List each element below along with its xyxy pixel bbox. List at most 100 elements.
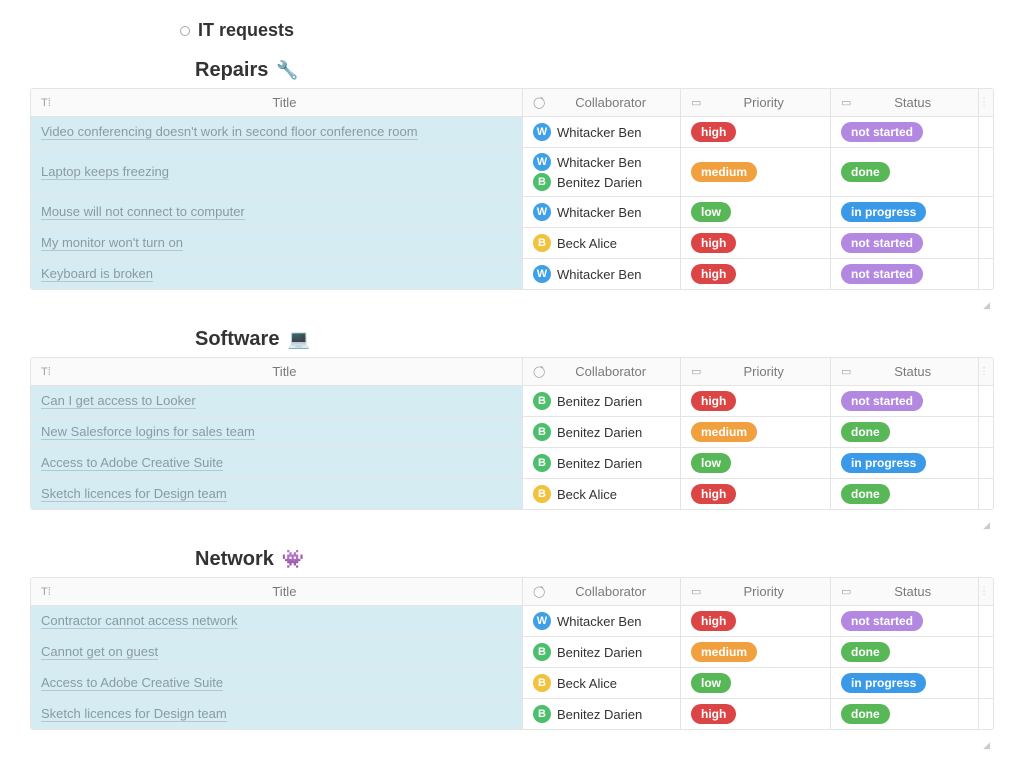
collaborator-chip[interactable]: BBenitez Darien: [533, 643, 642, 661]
priority-header[interactable]: ▭Priority: [681, 358, 831, 385]
record-title-link[interactable]: Sketch licences for Design team: [41, 706, 227, 722]
collaborator-header[interactable]: ◯̀Collaborator: [523, 578, 681, 605]
status-cell[interactable]: not started: [831, 606, 979, 636]
collaborator-chip[interactable]: WWhitacker Ben: [533, 153, 642, 171]
record-title-link[interactable]: Keyboard is broken: [41, 266, 153, 282]
status-pill[interactable]: in progress: [841, 673, 926, 693]
priority-pill[interactable]: high: [691, 391, 736, 411]
priority-cell[interactable]: high: [681, 117, 831, 147]
record-title-link[interactable]: Sketch licences for Design team: [41, 486, 227, 502]
title-cell[interactable]: Mouse will not connect to computer: [31, 197, 523, 227]
priority-cell[interactable]: high: [681, 606, 831, 636]
priority-pill[interactable]: high: [691, 484, 736, 504]
priority-pill[interactable]: high: [691, 233, 736, 253]
status-cell[interactable]: not started: [831, 259, 979, 289]
add-column-handle[interactable]: ⋮: [979, 578, 991, 605]
status-cell[interactable]: not started: [831, 228, 979, 258]
status-pill[interactable]: not started: [841, 122, 923, 142]
status-cell[interactable]: not started: [831, 117, 979, 147]
collaborator-cell[interactable]: WWhitacker Ben: [523, 197, 681, 227]
collaborator-header[interactable]: ◯̀Collaborator: [523, 358, 681, 385]
add-column-handle[interactable]: ⋮: [979, 358, 991, 385]
record-title-link[interactable]: New Salesforce logins for sales team: [41, 424, 255, 440]
record-title-link[interactable]: Access to Adobe Creative Suite: [41, 675, 223, 691]
status-pill[interactable]: in progress: [841, 202, 926, 222]
title-cell[interactable]: My monitor won't turn on: [31, 228, 523, 258]
title-cell[interactable]: Video conferencing doesn't work in secon…: [31, 117, 523, 147]
collaborator-chip[interactable]: BBenitez Darien: [533, 423, 642, 441]
priority-cell[interactable]: medium: [681, 417, 831, 447]
status-pill[interactable]: not started: [841, 611, 923, 631]
priority-cell[interactable]: medium: [681, 637, 831, 667]
status-pill[interactable]: done: [841, 422, 890, 442]
collaborator-cell[interactable]: BBenitez Darien: [523, 386, 681, 416]
title-cell[interactable]: Laptop keeps freezing: [31, 148, 523, 196]
status-cell[interactable]: done: [831, 699, 979, 729]
priority-pill[interactable]: medium: [691, 162, 757, 182]
status-cell[interactable]: done: [831, 417, 979, 447]
title-header[interactable]: T⁞Title: [31, 89, 523, 116]
collaborator-chip[interactable]: WWhitacker Ben: [533, 123, 642, 141]
collaborator-cell[interactable]: BBeck Alice: [523, 479, 681, 509]
priority-cell[interactable]: low: [681, 448, 831, 478]
title-cell[interactable]: Sketch licences for Design team: [31, 699, 523, 729]
status-cell[interactable]: done: [831, 479, 979, 509]
priority-header[interactable]: ▭Priority: [681, 578, 831, 605]
priority-pill[interactable]: high: [691, 611, 736, 631]
collaborator-cell[interactable]: BBeck Alice: [523, 668, 681, 698]
title-cell[interactable]: Sketch licences for Design team: [31, 479, 523, 509]
grid-resize-handle[interactable]: ◢: [30, 300, 994, 310]
status-pill[interactable]: done: [841, 642, 890, 662]
priority-cell[interactable]: low: [681, 668, 831, 698]
priority-pill[interactable]: high: [691, 264, 736, 284]
collaborator-header[interactable]: ◯̀Collaborator: [523, 89, 681, 116]
title-cell[interactable]: Access to Adobe Creative Suite: [31, 448, 523, 478]
priority-pill[interactable]: high: [691, 122, 736, 142]
status-cell[interactable]: in progress: [831, 448, 979, 478]
collaborator-cell[interactable]: BBenitez Darien: [523, 417, 681, 447]
status-header[interactable]: ▭Status: [831, 358, 979, 385]
collaborator-chip[interactable]: BBenitez Darien: [533, 173, 642, 191]
priority-pill[interactable]: low: [691, 202, 731, 222]
collaborator-cell[interactable]: BBenitez Darien: [523, 637, 681, 667]
collaborator-chip[interactable]: WWhitacker Ben: [533, 265, 642, 283]
record-title-link[interactable]: Access to Adobe Creative Suite: [41, 455, 223, 471]
record-title-link[interactable]: My monitor won't turn on: [41, 235, 183, 251]
status-cell[interactable]: in progress: [831, 197, 979, 227]
status-pill[interactable]: done: [841, 704, 890, 724]
title-cell[interactable]: Access to Adobe Creative Suite: [31, 668, 523, 698]
priority-cell[interactable]: high: [681, 386, 831, 416]
record-title-link[interactable]: Mouse will not connect to computer: [41, 204, 245, 220]
collaborator-cell[interactable]: WWhitacker Ben: [523, 259, 681, 289]
title-cell[interactable]: New Salesforce logins for sales team: [31, 417, 523, 447]
record-title-link[interactable]: Contractor cannot access network: [41, 613, 238, 629]
status-pill[interactable]: done: [841, 484, 890, 504]
status-pill[interactable]: not started: [841, 391, 923, 411]
collaborator-cell[interactable]: BBenitez Darien: [523, 448, 681, 478]
collaborator-cell[interactable]: BBenitez Darien: [523, 699, 681, 729]
status-header[interactable]: ▭Status: [831, 578, 979, 605]
priority-pill[interactable]: medium: [691, 642, 757, 662]
priority-cell[interactable]: high: [681, 259, 831, 289]
priority-cell[interactable]: high: [681, 699, 831, 729]
status-pill[interactable]: in progress: [841, 453, 926, 473]
collaborator-cell[interactable]: WWhitacker Ben: [523, 606, 681, 636]
collaborator-cell[interactable]: WWhitacker Ben BBenitez Darien: [523, 148, 681, 196]
title-cell[interactable]: Keyboard is broken: [31, 259, 523, 289]
priority-pill[interactable]: low: [691, 453, 731, 473]
collaborator-chip[interactable]: BBeck Alice: [533, 485, 617, 503]
title-header[interactable]: T⁞Title: [31, 578, 523, 605]
status-header[interactable]: ▭Status: [831, 89, 979, 116]
priority-pill[interactable]: low: [691, 673, 731, 693]
collaborator-chip[interactable]: BBeck Alice: [533, 674, 617, 692]
collaborator-chip[interactable]: BBenitez Darien: [533, 392, 642, 410]
status-cell[interactable]: not started: [831, 386, 979, 416]
status-pill[interactable]: not started: [841, 264, 923, 284]
status-cell[interactable]: done: [831, 637, 979, 667]
collaborator-chip[interactable]: WWhitacker Ben: [533, 612, 642, 630]
record-title-link[interactable]: Can I get access to Looker: [41, 393, 196, 409]
priority-header[interactable]: ▭Priority: [681, 89, 831, 116]
add-column-handle[interactable]: ⋮: [979, 89, 991, 116]
priority-cell[interactable]: medium: [681, 148, 831, 196]
title-cell[interactable]: Cannot get on guest: [31, 637, 523, 667]
